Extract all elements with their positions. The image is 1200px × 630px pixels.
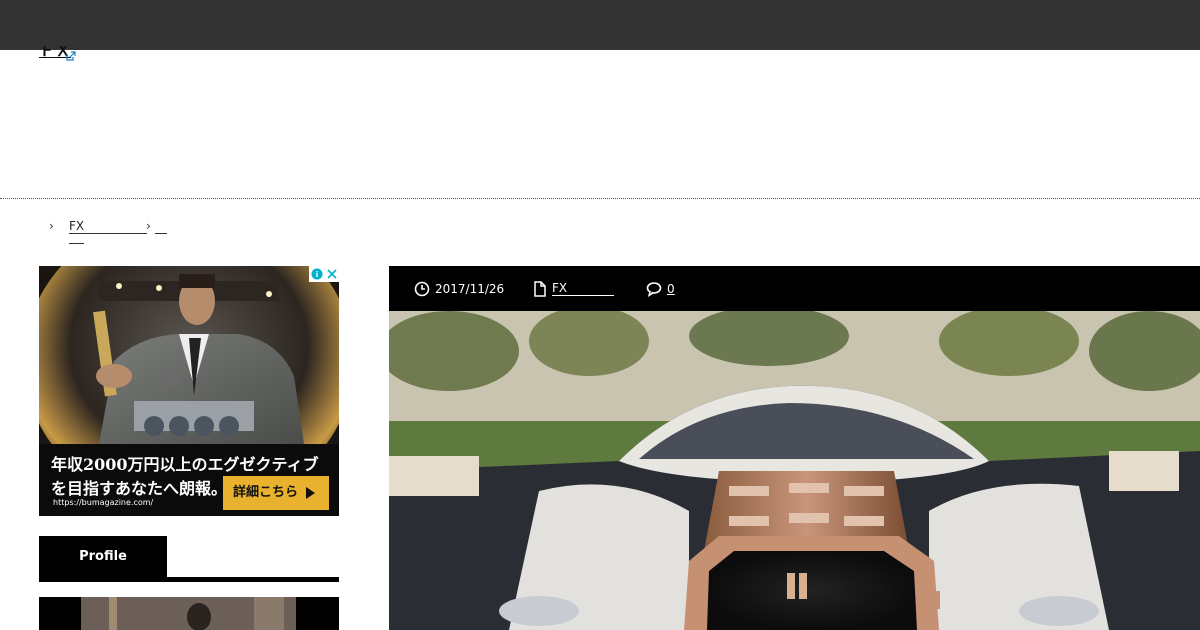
breadcrumb-separator: › xyxy=(146,219,151,233)
breadcrumb-item-category[interactable] xyxy=(155,233,167,234)
ad-url: https://bumagazine.com/ xyxy=(53,498,154,507)
post-comments[interactable]: 0 xyxy=(646,281,675,297)
breadcrumb-separator: › xyxy=(49,219,54,233)
sidebar-ad-banner[interactable]: 年収2000万円以上のエグゼクティブ を目指すあなたへ朗報。 https://b… xyxy=(39,266,339,516)
play-arrow-icon xyxy=(306,487,315,499)
comment-icon xyxy=(646,282,662,297)
file-icon xyxy=(534,281,546,297)
profile-title: Profile xyxy=(39,536,167,577)
top-nav-bar xyxy=(0,0,1200,50)
close-icon[interactable] xyxy=(324,266,339,282)
article-meta-bar: 2017/11/26 FX 0 xyxy=(389,266,1200,311)
ad-photo xyxy=(39,266,339,444)
ad-badges xyxy=(309,266,339,282)
article-hero-image xyxy=(389,311,1200,630)
post-date-text: 2017/11/26 xyxy=(435,282,505,296)
external-link-icon xyxy=(66,51,76,61)
comment-count-link[interactable]: 0 xyxy=(667,282,675,296)
post-category[interactable]: FX xyxy=(533,281,614,297)
post-category-link[interactable]: FX xyxy=(552,282,614,296)
breadcrumb-item-current[interactable] xyxy=(69,243,84,244)
profile-widget-header: Profile xyxy=(39,536,339,582)
info-icon[interactable] xyxy=(309,266,324,282)
ad-headline-line2: を目指すあなたへ朗報。 xyxy=(51,479,228,498)
ad-cta-label: 詳細こちら xyxy=(233,485,299,500)
ad-headline-line1: 年収2000万円以上のエグゼクティブ xyxy=(51,455,319,474)
post-date: 2017/11/26 xyxy=(414,281,504,297)
ad-cta-button[interactable]: 詳細こちら xyxy=(223,476,329,510)
header-divider xyxy=(0,198,1200,199)
profile-photo xyxy=(39,597,339,630)
clock-icon xyxy=(414,281,430,297)
profile-underline xyxy=(39,577,339,582)
breadcrumb-item-fx[interactable]: FX xyxy=(69,219,147,234)
